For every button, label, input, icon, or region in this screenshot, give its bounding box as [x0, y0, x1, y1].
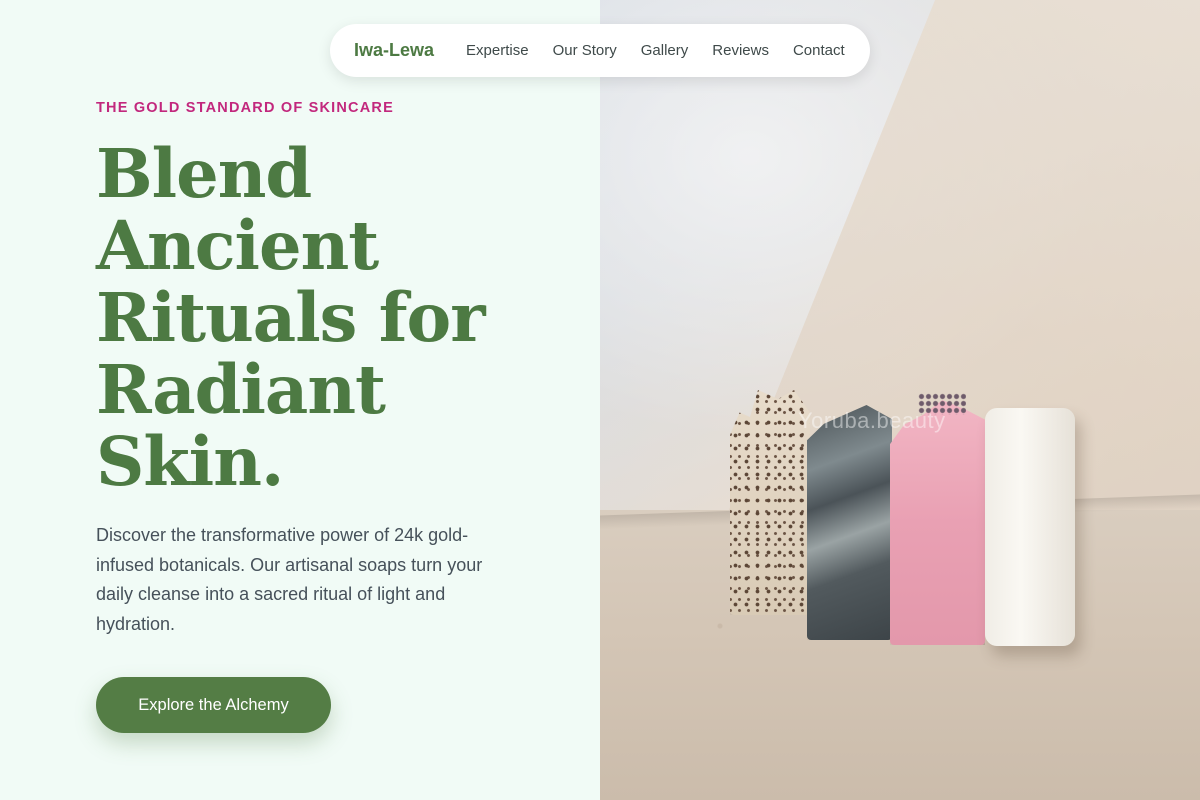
headline-line: Rituals for	[96, 278, 486, 357]
charcoal-soap-bar	[807, 405, 892, 640]
white-soap-bar	[985, 408, 1075, 646]
nav-link-contact[interactable]: Contact	[793, 42, 845, 59]
nav-link-reviews[interactable]: Reviews	[712, 42, 769, 59]
hero-eyebrow: THE GOLD STANDARD OF SKINCARE	[96, 100, 394, 116]
headline-line: Skin.	[96, 422, 284, 501]
nav-link-expertise[interactable]: Expertise	[466, 42, 529, 59]
headline-line: Blend	[96, 134, 312, 213]
nav-link-gallery[interactable]: Gallery	[641, 42, 689, 59]
headline-line: Ancient	[96, 206, 379, 285]
image-watermark: Yoruba.beauty	[798, 408, 946, 433]
hero-headline: Blend Ancient Rituals for Radiant Skin.	[96, 138, 576, 498]
hero-image: Yoruba.beauty	[600, 0, 1200, 800]
hero-description: Discover the transformative power of 24k…	[96, 525, 483, 634]
nav-link-our-story[interactable]: Our Story	[553, 42, 617, 59]
brand-logo[interactable]: Iwa-Lewa	[354, 40, 434, 61]
top-navbar: Iwa-Lewa Expertise Our Story Gallery Rev…	[330, 24, 870, 77]
headline-line: Radiant	[96, 350, 386, 429]
pink-soap-bar	[890, 400, 985, 645]
explore-alchemy-button[interactable]: Explore the Alchemy	[96, 677, 331, 733]
